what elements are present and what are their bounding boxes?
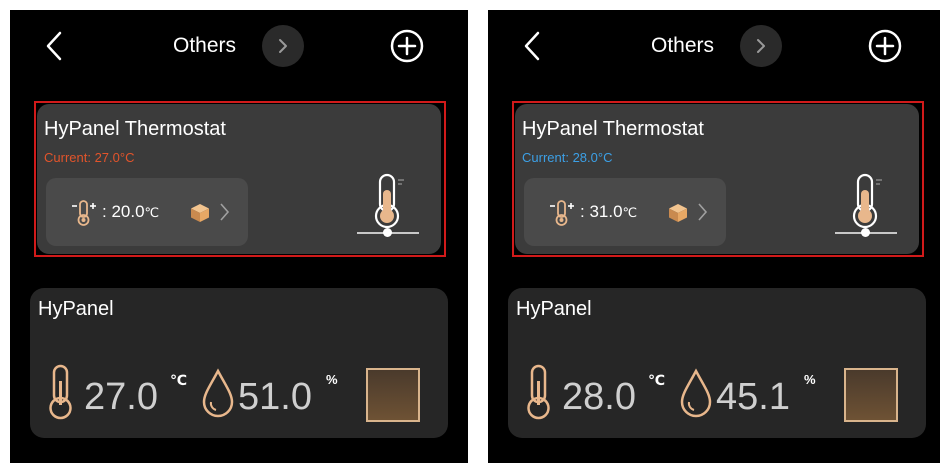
humidity-unit: % — [326, 372, 338, 387]
humidity-value: 51.0 — [238, 376, 312, 418]
phone-screen-left: Others HyPanel Thermostat Current: 27.0°… — [10, 10, 468, 463]
thermometer-minus-plus-icon — [550, 200, 574, 226]
temperature-value: 28.0 — [562, 376, 636, 418]
temperature-unit: ℃ — [170, 372, 187, 388]
water-drop-icon — [680, 368, 712, 418]
device-name: HyPanel Thermostat — [522, 118, 704, 140]
thermostat-card[interactable]: HyPanel Thermostat Current: 27.0°C : 20.… — [37, 104, 441, 254]
setpoint-control[interactable]: : 31.0℃ — [524, 178, 726, 246]
temperature-value: 27.0 — [84, 376, 158, 418]
cube-icon — [191, 204, 209, 222]
next-category-button[interactable] — [740, 25, 782, 67]
device-name: HyPanel — [516, 298, 592, 320]
back-chevron-icon[interactable] — [518, 28, 548, 64]
device-name: HyPanel Thermostat — [44, 118, 226, 140]
thermometer-icon — [374, 173, 404, 229]
humidity-value: 45.1 — [716, 376, 790, 418]
panel-button-square[interactable] — [844, 368, 898, 422]
thermometer-minus-plus-icon — [72, 200, 96, 226]
hypanel-card[interactable]: HyPanel 28.0 ℃ 45.1 % — [508, 288, 926, 438]
chevron-right-icon — [220, 203, 230, 221]
page-title: Others — [651, 34, 715, 57]
plus-circle-icon — [868, 29, 902, 63]
page-title: Others — [173, 34, 237, 57]
top-bar: Others — [488, 10, 940, 80]
setpoint-unit: ℃ — [622, 205, 638, 220]
top-bar: Others — [10, 10, 468, 80]
back-chevron-icon[interactable] — [40, 28, 70, 64]
water-drop-icon — [202, 368, 234, 418]
add-device-button[interactable] — [868, 29, 902, 63]
thermostat-card[interactable]: HyPanel Thermostat Current: 28.0°C : 31.… — [515, 104, 919, 254]
setpoint-value: : 20.0 — [102, 202, 145, 221]
slider-thumb[interactable] — [861, 228, 870, 237]
add-device-button[interactable] — [390, 29, 424, 63]
next-category-button[interactable] — [262, 25, 304, 67]
temperature-slider[interactable] — [357, 228, 419, 237]
plus-circle-icon — [390, 29, 424, 63]
cube-icon — [669, 204, 687, 222]
phone-screen-right: Others HyPanel Thermostat Current: 28.0°… — [488, 10, 940, 463]
panel-button-square[interactable] — [366, 368, 420, 422]
setpoint-unit: ℃ — [144, 205, 160, 220]
current-temperature: Current: 27.0°C — [44, 150, 135, 165]
slider-thumb[interactable] — [383, 228, 392, 237]
chevron-right-icon — [698, 203, 708, 221]
hypanel-card[interactable]: HyPanel 27.0 ℃ 51.0 % — [30, 288, 448, 438]
thermometer-icon — [527, 364, 550, 420]
device-name: HyPanel — [38, 298, 114, 320]
setpoint-control[interactable]: : 20.0℃ — [46, 178, 248, 246]
temperature-slider[interactable] — [835, 228, 897, 237]
temperature-unit: ℃ — [648, 372, 665, 388]
thermometer-icon — [49, 364, 72, 420]
humidity-unit: % — [804, 372, 816, 387]
current-temperature: Current: 28.0°C — [522, 150, 613, 165]
thermometer-icon — [852, 173, 882, 229]
setpoint-value: : 31.0 — [580, 202, 623, 221]
